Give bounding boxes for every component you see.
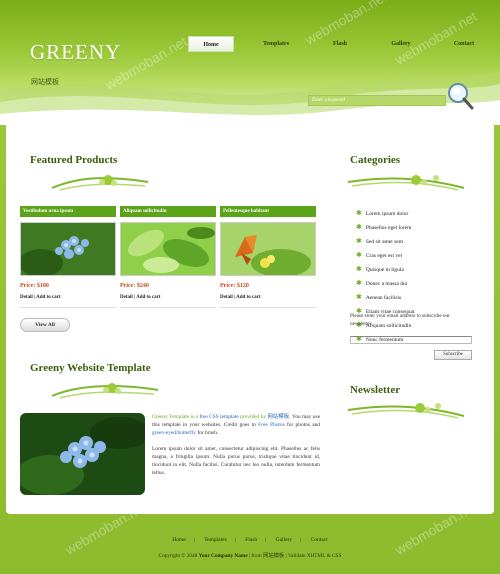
logo-subtitle: 网站模板	[31, 78, 59, 86]
template-image	[20, 413, 145, 495]
add-to-cart-link[interactable]: Add to cart	[136, 295, 160, 300]
footer-link-flash[interactable]: Flash	[245, 537, 257, 543]
product-3-image[interactable]	[220, 222, 316, 276]
category-label: Donec a massa dui	[365, 281, 408, 287]
product-1-price: Price: $180	[20, 283, 49, 289]
category-label: Phasellus eget lorem	[365, 225, 412, 231]
validate-links[interactable]: | Validate XHTML & CSS	[284, 553, 342, 559]
subscribe-button[interactable]: Subscribe	[434, 350, 472, 360]
template-body: Lorem ipsum dolor sit amet, consectetur …	[152, 446, 320, 476]
product-2-image[interactable]	[120, 222, 216, 276]
intro-text: Greeny Template is a	[152, 414, 200, 420]
product-1-title[interactable]: Vestibulum urna ipsum	[20, 206, 116, 217]
source-site-link[interactable]: 网站模板	[263, 553, 284, 559]
view-all-button[interactable]: View All	[20, 318, 70, 332]
free-photos-link[interactable]: Free Photos	[258, 422, 285, 428]
newsletter-text: Please enter your email address to subsc…	[350, 313, 450, 327]
swoosh-decoration	[51, 383, 159, 399]
company-name[interactable]: Your Company Name	[199, 553, 248, 559]
newsletter-title: Newsletter	[350, 384, 401, 396]
bullet-icon: ✱	[356, 237, 362, 245]
detail-link[interactable]: Detail	[220, 295, 233, 300]
category-item[interactable]: ✱ Cras eget est vel	[356, 248, 414, 262]
category-item[interactable]: ✱ Lorem ipsum dolor	[356, 206, 414, 220]
divider	[220, 307, 316, 308]
intro-text: provided by	[238, 414, 268, 420]
bullet-icon: ✱	[356, 223, 362, 231]
category-item[interactable]: ✱ Aenean facilisis	[356, 290, 414, 304]
category-item[interactable]: ✱ Sed sit amet sem	[356, 234, 414, 248]
category-item[interactable]: ✱ Donec a massa dui	[356, 276, 414, 290]
category-label: Lorem ipsum dolor	[365, 211, 409, 217]
footer-link-gallery[interactable]: Gallery	[276, 537, 293, 543]
nav-home[interactable]: Home	[188, 36, 234, 52]
bullet-icon: ✱	[356, 293, 362, 301]
swoosh-decoration	[347, 403, 465, 419]
swoosh-decoration	[51, 175, 149, 191]
add-to-cart-link[interactable]: Add to cart	[36, 295, 60, 300]
category-label: Cras eget est vel	[365, 253, 403, 259]
copyright: Copyright © 2048 Your Company Name | fro…	[0, 551, 500, 559]
leaf-image	[121, 223, 215, 275]
category-item[interactable]: ✱ Quisque in ligula	[356, 262, 414, 276]
logo[interactable]: GREENY	[30, 40, 121, 65]
bullet-icon: ✱	[356, 265, 362, 273]
source-site-link[interactable]: 网站模板	[267, 414, 289, 420]
bullet-icon: ✱	[356, 251, 362, 259]
product-2-title[interactable]: Aliquam sollicitudin	[120, 206, 216, 217]
category-label: Sed sit amet sem	[365, 239, 403, 245]
css-template-link[interactable]: free CSS template	[199, 414, 238, 420]
product-3-price: Price: $120	[220, 283, 249, 289]
search-input[interactable]: Enter a keyword	[308, 95, 446, 106]
flower-image	[20, 413, 145, 495]
template-title: Greeny Website Template	[30, 362, 151, 374]
brush-credit-link[interactable]: green-eyed/butterfly	[152, 430, 196, 436]
category-label: Quisque in ligula	[365, 267, 404, 273]
featured-title: Featured Products	[30, 154, 118, 166]
add-to-cart-link[interactable]: Add to cart	[236, 295, 260, 300]
template-intro: Greeny Template is a free CSS template p…	[152, 413, 320, 437]
divider	[20, 307, 116, 308]
search-icon[interactable]	[446, 82, 474, 110]
product-1-image[interactable]	[20, 222, 116, 276]
nav-templates[interactable]: Templates	[250, 36, 302, 52]
nav-contact[interactable]: Contact	[442, 36, 486, 52]
detail-link[interactable]: Detail	[20, 295, 33, 300]
category-item[interactable]: ✱ Phasellus eget lorem	[356, 220, 414, 234]
butterfly-image	[221, 223, 315, 275]
divider	[120, 307, 216, 308]
email-field[interactable]	[350, 336, 472, 344]
product-3-title[interactable]: Pellentesque habitant	[220, 206, 316, 217]
detail-link[interactable]: Detail	[120, 295, 133, 300]
footer-link-home[interactable]: Home	[172, 537, 185, 543]
intro-text: for photos and	[284, 422, 320, 428]
product-1-links: Detail | Add to cart	[20, 295, 61, 300]
footer-link-templates[interactable]: Templates	[204, 537, 227, 543]
product-2-links: Detail | Add to cart	[120, 295, 161, 300]
main-nav: Home Templates Flash Gallery Contact	[180, 36, 500, 52]
intro-text: for brush.	[196, 430, 219, 436]
nav-flash[interactable]: Flash	[320, 36, 360, 52]
category-label: Aenean facilisis	[365, 295, 402, 301]
footer-link-contact[interactable]: Contact	[311, 537, 328, 543]
copyright-text: | from	[247, 553, 264, 559]
product-2-price: Price: $240	[120, 283, 149, 289]
swoosh-decoration	[347, 175, 465, 191]
footer-nav: Home | Templates | Flash | Gallery | Contact	[172, 537, 328, 543]
flower-image	[21, 223, 115, 275]
nav-gallery[interactable]: Gallery	[380, 36, 422, 52]
bullet-icon: ✱	[356, 209, 362, 217]
bullet-icon: ✱	[356, 279, 362, 287]
product-3-links: Detail | Add to cart	[220, 295, 261, 300]
categories-title: Categories	[350, 154, 401, 166]
copyright-text: Copyright © 2048	[158, 553, 199, 559]
